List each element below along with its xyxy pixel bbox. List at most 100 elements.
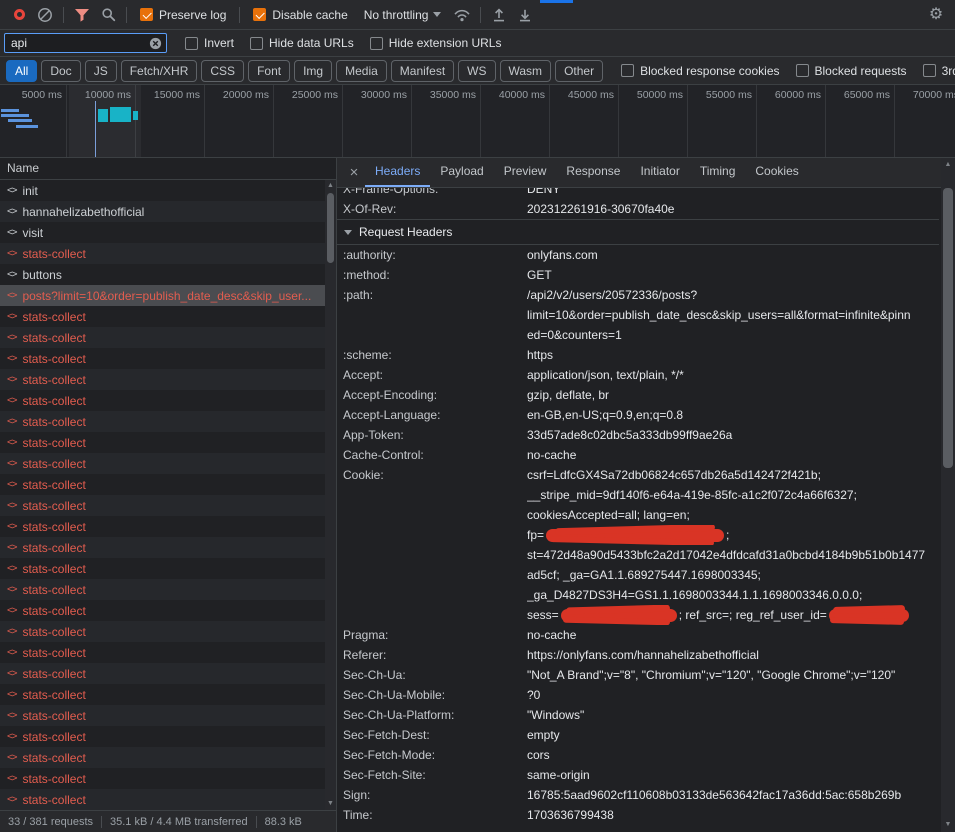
request-row[interactable]: <>stats-collect — [0, 768, 336, 789]
request-row[interactable]: <>posts?limit=10&order=publish_date_desc… — [0, 285, 336, 306]
name-column-header[interactable]: Name — [0, 158, 336, 180]
request-row[interactable]: <>stats-collect — [0, 726, 336, 747]
request-row[interactable]: <>stats-collect — [0, 369, 336, 390]
code-file-icon: <> — [7, 227, 16, 238]
request-row[interactable]: <>stats-collect — [0, 348, 336, 369]
request-row[interactable]: <>stats-collect — [0, 474, 336, 495]
type-filter-img[interactable]: Img — [294, 60, 332, 82]
request-row[interactable]: <>stats-collect — [0, 621, 336, 642]
throttling-select[interactable]: No throttling — [364, 8, 442, 22]
filter-button[interactable] — [69, 3, 95, 27]
checkbox-unchecked-icon — [796, 64, 809, 77]
header-value-line: csrf=LdfcGX4Sa72db06824c657db26a5d142472… — [527, 465, 939, 485]
preserve-log-checkbox[interactable]: Preserve log — [140, 8, 226, 22]
close-details-button[interactable]: × — [343, 164, 365, 181]
request-row[interactable]: <>stats-collect — [0, 306, 336, 327]
request-row[interactable]: <>stats-collect — [0, 327, 336, 348]
request-row[interactable]: <>stats-collect — [0, 663, 336, 684]
request-row[interactable]: <>stats-collect — [0, 537, 336, 558]
request-row[interactable]: <>init — [0, 180, 336, 201]
disable-cache-checkbox[interactable]: Disable cache — [253, 8, 347, 22]
request-name: stats-collect — [22, 478, 85, 492]
request-list-scrollbar[interactable]: ▲ ▼ — [325, 180, 336, 810]
type-filter-media[interactable]: Media — [336, 60, 387, 82]
header-row: Time:1703636799438 — [337, 805, 939, 825]
request-row[interactable]: <>stats-collect — [0, 495, 336, 516]
filter-option-checkbox[interactable]: 3rd-party requests — [923, 64, 955, 78]
request-row[interactable]: <>stats-collect — [0, 747, 336, 768]
header-value: 1703636799438 — [527, 805, 939, 825]
invert-label: Invert — [204, 36, 234, 50]
tab-headers[interactable]: Headers — [365, 158, 430, 187]
tab-preview[interactable]: Preview — [494, 158, 557, 187]
type-filter-other[interactable]: Other — [555, 60, 603, 82]
tab-response[interactable]: Response — [556, 158, 630, 187]
scrollbar-thumb[interactable] — [327, 193, 334, 263]
request-row[interactable]: <>stats-collect — [0, 432, 336, 453]
details-scrollbar[interactable]: ▲ ▼ — [941, 158, 955, 832]
header-row: Sec-Fetch-Site:same-origin — [337, 765, 939, 785]
search-button[interactable] — [95, 3, 121, 27]
request-name: stats-collect — [22, 667, 85, 681]
hide-data-urls-checkbox[interactable]: Hide data URLs — [250, 36, 354, 50]
request-row[interactable]: <>stats-collect — [0, 642, 336, 663]
filter-option-checkbox[interactable]: Blocked response cookies — [621, 64, 779, 78]
request-row[interactable]: <>stats-collect — [0, 453, 336, 474]
scroll-down-icon[interactable]: ▼ — [325, 799, 336, 809]
request-headers-section-toggle[interactable]: Request Headers — [337, 219, 939, 245]
type-filter-js[interactable]: JS — [85, 60, 117, 82]
scroll-up-icon[interactable]: ▲ — [325, 181, 336, 191]
header-name: X-Frame-Options: — [337, 188, 527, 199]
filter-input[interactable] — [11, 36, 149, 50]
type-filter-all[interactable]: All — [6, 60, 37, 82]
type-filter-doc[interactable]: Doc — [41, 60, 80, 82]
request-row[interactable]: <>buttons — [0, 264, 336, 285]
tab-initiator[interactable]: Initiator — [630, 158, 689, 187]
type-filter-css[interactable]: CSS — [201, 60, 244, 82]
tab-cookies[interactable]: Cookies — [745, 158, 808, 187]
header-value-line: _ga_D4827DS3H4=GS1.1.1698003344.1.1.1698… — [527, 585, 939, 605]
request-row[interactable]: <>visit — [0, 222, 336, 243]
request-name: stats-collect — [22, 604, 85, 618]
request-row[interactable]: <>stats-collect — [0, 600, 336, 621]
type-filter-manifest[interactable]: Manifest — [391, 60, 454, 82]
scrollbar-thumb[interactable] — [943, 188, 953, 468]
header-row: :method:GET — [337, 265, 939, 285]
type-filter-font[interactable]: Font — [248, 60, 290, 82]
request-row[interactable]: <>stats-collect — [0, 411, 336, 432]
clear-filter-icon[interactable] — [149, 37, 162, 50]
request-row[interactable]: <>stats-collect — [0, 579, 336, 600]
header-value: csrf=LdfcGX4Sa72db06824c657db26a5d142472… — [527, 465, 939, 625]
network-conditions-button[interactable] — [449, 3, 475, 27]
hide-extension-urls-checkbox[interactable]: Hide extension URLs — [370, 36, 502, 50]
filter-input-wrap[interactable] — [4, 33, 167, 53]
scroll-down-icon[interactable]: ▼ — [941, 820, 955, 830]
scroll-up-icon[interactable]: ▲ — [941, 160, 955, 170]
settings-button[interactable]: ⚙ — [923, 3, 949, 27]
request-row[interactable]: <>stats-collect — [0, 789, 336, 810]
type-filter-ws[interactable]: WS — [458, 60, 495, 82]
throttling-value: No throttling — [364, 8, 429, 22]
request-row[interactable]: <>stats-collect — [0, 705, 336, 726]
export-har-button[interactable] — [512, 3, 538, 27]
tab-payload[interactable]: Payload — [430, 158, 493, 187]
header-value-line: ad5cf; _ga=GA1.1.689275447.1698003345; — [527, 565, 939, 585]
request-row[interactable]: <>hannahelizabethofficial — [0, 201, 336, 222]
type-filter-fetch-xhr[interactable]: Fetch/XHR — [121, 60, 198, 82]
request-row[interactable]: <>stats-collect — [0, 390, 336, 411]
type-filter-wasm[interactable]: Wasm — [500, 60, 552, 82]
request-row[interactable]: <>stats-collect — [0, 516, 336, 537]
record-button[interactable] — [6, 3, 32, 27]
request-row[interactable]: <>stats-collect — [0, 243, 336, 264]
header-name: :scheme: — [337, 345, 527, 365]
import-har-button[interactable] — [486, 3, 512, 27]
filter-option-checkbox[interactable]: Blocked requests — [796, 64, 907, 78]
tab-timing[interactable]: Timing — [690, 158, 746, 187]
request-row[interactable]: <>stats-collect — [0, 558, 336, 579]
overview-timeline[interactable]: 5000 ms10000 ms15000 ms20000 ms25000 ms3… — [0, 85, 955, 158]
request-row[interactable]: <>stats-collect — [0, 684, 336, 705]
header-name: :path: — [337, 285, 527, 305]
header-row: X-Of-Rev:202312261916-30670fa40e — [337, 199, 939, 219]
clear-button[interactable] — [32, 3, 58, 27]
invert-checkbox[interactable]: Invert — [185, 36, 234, 50]
